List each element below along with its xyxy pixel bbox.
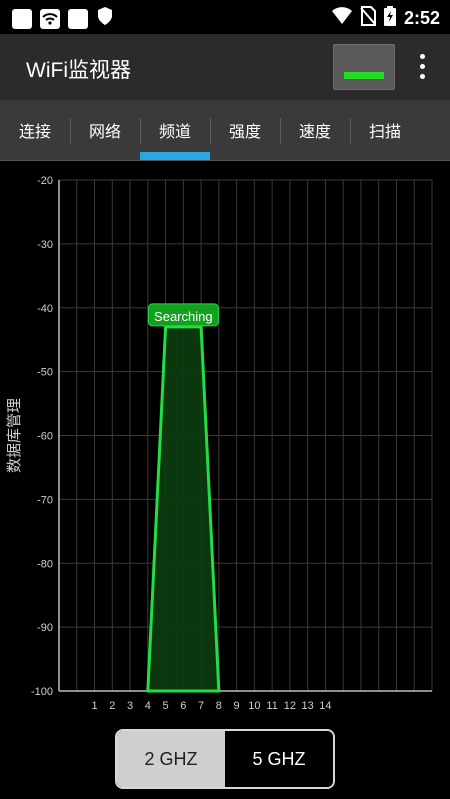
app-title: WiFi监视器 [26, 59, 131, 82]
channel-chart-svg: -20-30-40-50-60-70-80-90-1001 2 3 4 5 6 7 8 9 10 1… [5, 175, 433, 712]
tab-strength[interactable]: 强度 [210, 100, 280, 160]
wifi-signal-icon [331, 7, 352, 30]
x-tick-label: 13 [302, 700, 314, 712]
y-tick-label: -50 [37, 367, 53, 379]
x-tick-label: 8 [216, 700, 222, 712]
tab-network[interactable]: 网络 [70, 100, 140, 160]
signal-indicator-button[interactable] [333, 44, 395, 90]
more-options-icon[interactable] [410, 46, 434, 86]
channel-chart: -20 -30 -40 -50 -60 -70 -80 -90 -100 1 2 3 4 5 6 7 8 9 10 1… [0, 161, 450, 721]
x-tick-label: 3 [127, 700, 133, 712]
band-2ghz-button[interactable]: 2 GHZ [117, 731, 225, 787]
y-tick-label: -100 [31, 686, 53, 698]
tab-scan[interactable]: 扫描 [350, 100, 420, 160]
x-tick-label: 2 [109, 700, 115, 712]
y-tick-label: -70 [37, 494, 53, 506]
signal-strength-bar [344, 72, 384, 79]
tab-bar: 连接 网络 频道 强度 速度 扫描 [0, 100, 450, 161]
band-toggle: 2 GHZ 5 GHZ [115, 729, 335, 789]
x-tick-label: 6 [180, 700, 186, 712]
x-tick-label: 12 [284, 700, 296, 712]
battery-icon [383, 6, 396, 31]
x-tick-label: 5 [163, 700, 169, 712]
x-tick-label: 10 [248, 700, 260, 712]
network-label: Searching [154, 309, 213, 324]
x-tick-label: 4 [145, 700, 151, 712]
y-tick-label: -80 [37, 558, 53, 570]
x-tick-label: 9 [234, 700, 240, 712]
notification-app-icon-2 [68, 8, 88, 29]
x-tick-label: 7 [198, 700, 204, 712]
x-tick-label: 1 [91, 700, 97, 712]
tab-channel[interactable]: 频道 [140, 100, 210, 160]
active-tab-indicator [140, 152, 210, 160]
y-tick-label: -40 [37, 303, 53, 315]
tab-connection[interactable]: 连接 [0, 100, 70, 160]
notification-icons [12, 6, 114, 31]
band-5ghz-button[interactable]: 5 GHZ [225, 731, 333, 787]
x-tick-label: 14 [319, 700, 331, 712]
no-sim-icon [360, 6, 376, 31]
status-bar: 2:52 [0, 0, 450, 34]
channel-signal-area [146, 325, 221, 693]
y-tick-label: -60 [37, 431, 53, 443]
y-tick-label: -90 [37, 622, 53, 634]
notification-app-icon [12, 8, 32, 29]
shield-icon [96, 6, 114, 31]
app-bar: WiFi监视器 [0, 34, 450, 100]
y-axis-label: 数据库管理 [5, 398, 23, 473]
x-tick-label: 11 [266, 700, 277, 712]
y-tick-label: -20 [37, 175, 53, 187]
status-time: 2:52 [403, 8, 440, 28]
tab-speed[interactable]: 速度 [280, 100, 350, 160]
y-tick-label: -30 [37, 239, 53, 251]
wifi-notification-icon [40, 8, 60, 29]
